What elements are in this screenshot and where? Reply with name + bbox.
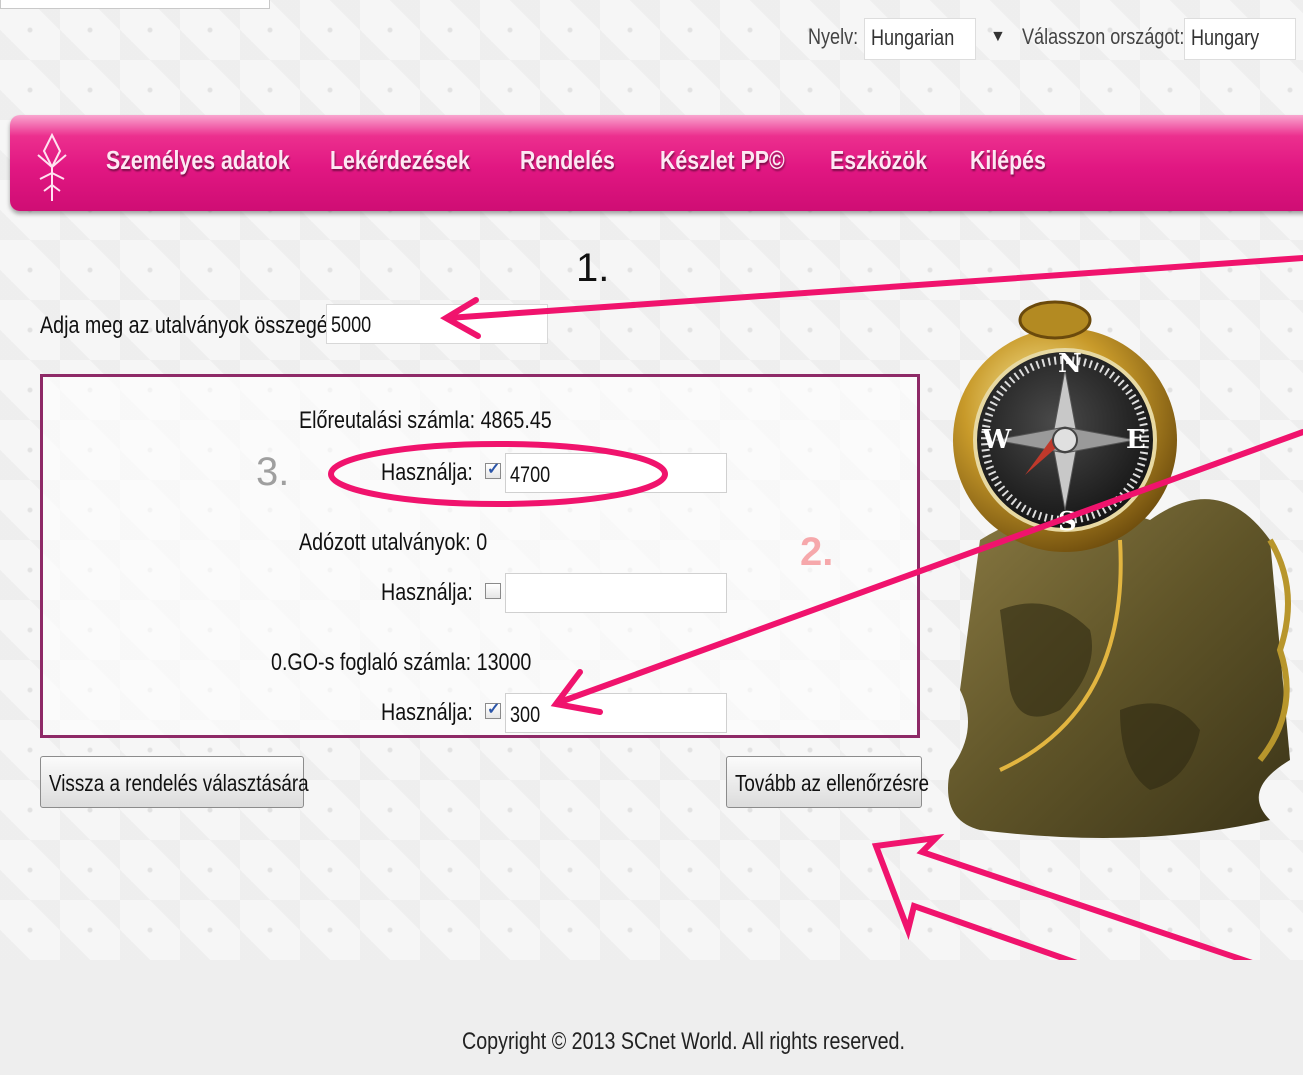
arrow-to-deposit — [557, 429, 1303, 705]
highlight-ellipse — [328, 441, 668, 507]
copyright-text: Copyright © 2013 SCnet World. All rights… — [462, 1028, 905, 1055]
arrow-to-amount — [445, 255, 1303, 321]
footer: Copyright © 2013 SCnet World. All rights… — [0, 960, 1303, 1075]
annotation-overlay — [328, 255, 1303, 1045]
